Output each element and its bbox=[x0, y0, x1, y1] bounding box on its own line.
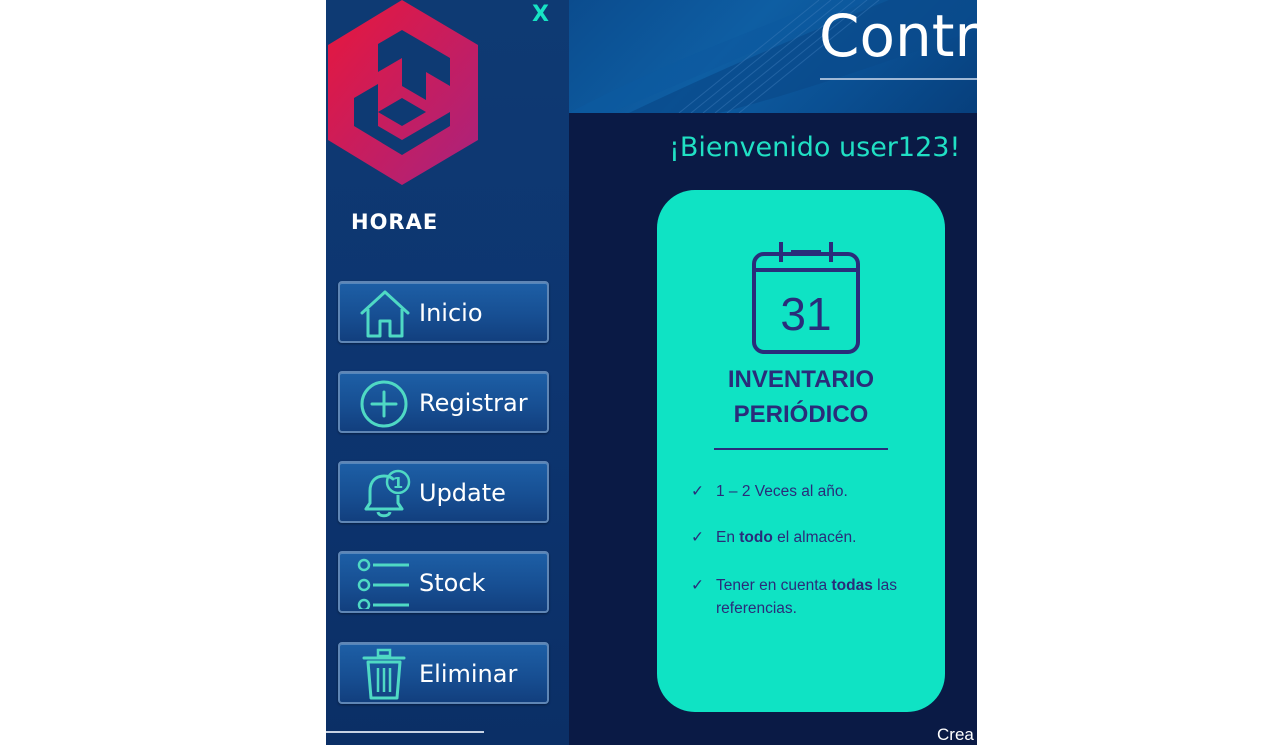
card-title-line2: PERIÓDICO bbox=[733, 401, 869, 428]
checklist-item: ✓ En todo el almacén. bbox=[691, 526, 926, 549]
checklist-text: 1 – 2 Veces al año. bbox=[716, 483, 848, 500]
plus-circle-icon bbox=[360, 380, 408, 428]
sidebar-divider bbox=[326, 731, 484, 733]
sidebar-item-eliminar[interactable]: Eliminar bbox=[338, 642, 549, 704]
checklist-bold: todas bbox=[831, 577, 873, 594]
sidebar-item-inicio[interactable]: Inicio bbox=[338, 281, 549, 343]
header-banner: Contro bbox=[569, 0, 977, 113]
checklist-text: el almacén. bbox=[772, 529, 857, 546]
sidebar-item-label: Update bbox=[419, 479, 506, 507]
horae-logo bbox=[328, 0, 478, 185]
sidebar-item-registrar[interactable]: Registrar bbox=[338, 371, 549, 433]
bell-badge: 1 bbox=[393, 474, 403, 492]
sidebar-item-stock[interactable]: Stock bbox=[338, 551, 549, 613]
welcome-message: ¡Bienvenido user123! bbox=[669, 132, 961, 163]
calendar-icon: 31 bbox=[752, 242, 860, 354]
checklist-text: Tener en cuenta bbox=[716, 577, 832, 594]
close-button[interactable]: X bbox=[532, 2, 549, 27]
bell-icon: 1 bbox=[364, 469, 411, 518]
sidebar-item-label: Eliminar bbox=[419, 660, 518, 688]
sidebar-item-label: Inicio bbox=[419, 299, 483, 327]
page-title: Contro bbox=[819, 2, 977, 70]
checklist-text: En bbox=[716, 529, 740, 546]
card-title-line1: INVENTARIO bbox=[727, 366, 875, 393]
checklist-item: ✓ Tener en cuenta todas las referencias. bbox=[691, 574, 911, 620]
checkmark-icon: ✓ bbox=[691, 529, 704, 546]
trash-icon bbox=[362, 648, 406, 700]
checkmark-icon: ✓ bbox=[691, 483, 704, 500]
sidebar-item-update[interactable]: 1 Update bbox=[338, 461, 549, 523]
list-icon bbox=[357, 558, 409, 609]
title-underline bbox=[820, 78, 977, 80]
checkmark-icon: ✓ bbox=[691, 577, 704, 594]
sidebar: X HORAE Inicio Registrar 1 Update Stock … bbox=[326, 0, 569, 745]
footer-credit: Crea bbox=[937, 725, 974, 744]
home-icon bbox=[360, 290, 410, 338]
checklist-bold: todo bbox=[739, 529, 773, 546]
app-window: X HORAE Inicio Registrar 1 Update Stock … bbox=[326, 0, 977, 745]
brand-name: HORAE bbox=[351, 210, 439, 234]
info-card: 31 INVENTARIO PERIÓDICO ✓ 1 – 2 Veces al… bbox=[657, 190, 945, 712]
checklist-item: ✓ 1 – 2 Veces al año. bbox=[691, 480, 926, 503]
sidebar-item-label: Registrar bbox=[419, 389, 528, 417]
calendar-day: 31 bbox=[780, 288, 831, 340]
card-divider bbox=[714, 448, 888, 450]
sidebar-item-label: Stock bbox=[419, 569, 486, 597]
